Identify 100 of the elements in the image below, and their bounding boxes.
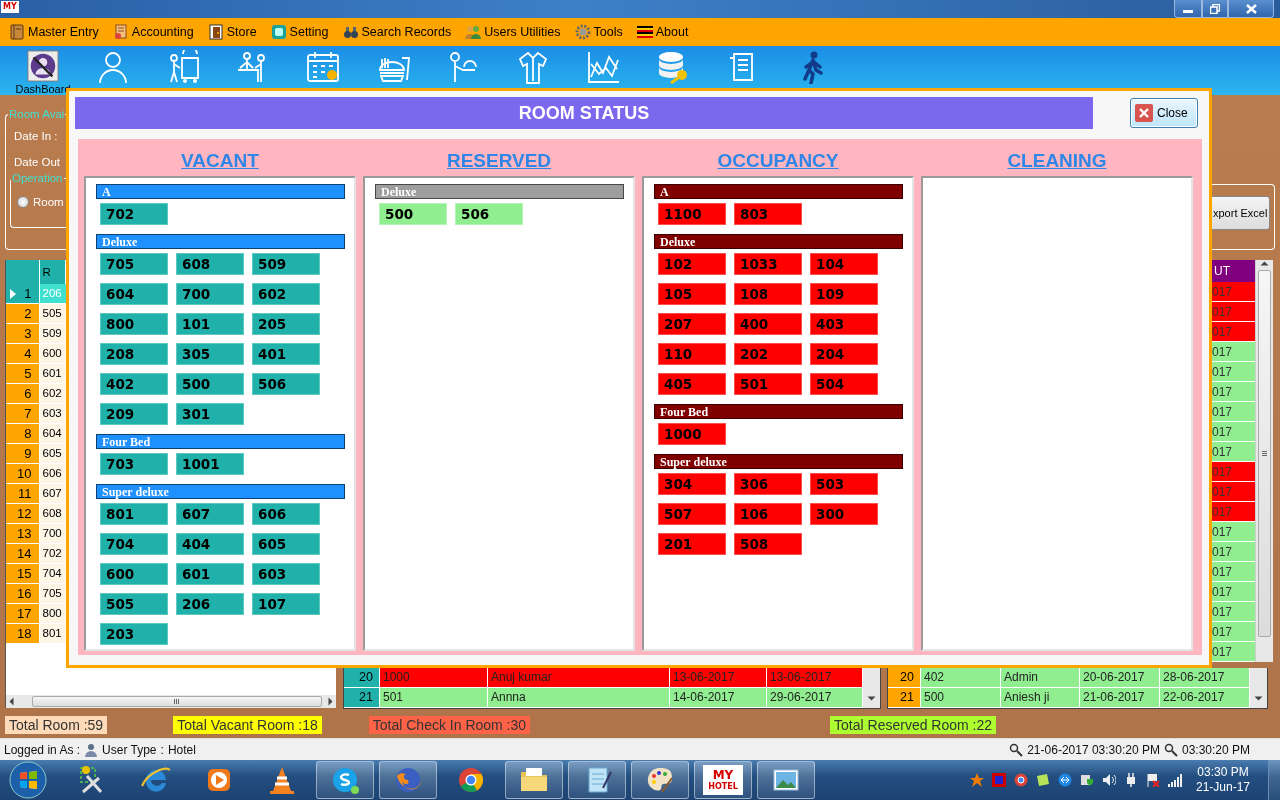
room-tile[interactable]: 203: [100, 623, 168, 645]
room-tile[interactable]: 101: [176, 313, 244, 335]
row-header[interactable]: 13: [6, 524, 41, 543]
note-icon[interactable]: [1035, 773, 1050, 787]
room-tile[interactable]: 506: [455, 203, 523, 225]
room-tile[interactable]: 501: [734, 373, 802, 395]
room-tile[interactable]: 109: [810, 283, 878, 305]
room-tile[interactable]: 402: [100, 373, 168, 395]
scrollbar[interactable]: [1255, 260, 1273, 662]
row-header[interactable]: 14: [6, 544, 41, 563]
room-tile[interactable]: 1001: [176, 453, 244, 475]
room-tile[interactable]: 207: [658, 313, 726, 335]
export-button[interactable]: xport Excel: [1212, 196, 1271, 230]
room-tile[interactable]: 702: [100, 203, 168, 225]
room-tile[interactable]: 306: [734, 473, 802, 495]
database-key-icon[interactable]: [656, 50, 690, 84]
room-tile[interactable]: 601: [176, 563, 244, 585]
room-tile[interactable]: 403: [810, 313, 878, 335]
taskbar-button[interactable]: MY HOTEL: [694, 761, 752, 799]
browser-icon[interactable]: [1013, 773, 1028, 787]
minimize-button[interactable]: [1174, 0, 1202, 18]
row-header[interactable]: 2: [6, 304, 41, 323]
scrollbar[interactable]: [6, 695, 336, 708]
row-header[interactable]: 20: [888, 668, 921, 687]
calendar-icon[interactable]: [306, 50, 340, 84]
row-header[interactable]: 8: [6, 424, 41, 443]
radio-button[interactable]: [17, 196, 29, 208]
star-icon[interactable]: [969, 773, 984, 787]
menu-item[interactable]: Master Entry: [2, 21, 106, 43]
room-tile[interactable]: 607: [176, 503, 244, 525]
row-header[interactable]: 15: [6, 564, 41, 583]
row-header[interactable]: 3: [6, 324, 41, 343]
room-tile[interactable]: 304: [658, 473, 726, 495]
room-tile[interactable]: 202: [734, 343, 802, 365]
room-tile[interactable]: 503: [810, 473, 878, 495]
room-tile[interactable]: 300: [810, 503, 878, 525]
room-tile[interactable]: 404: [176, 533, 244, 555]
room-tile[interactable]: 206: [176, 593, 244, 615]
room-tile[interactable]: 208: [100, 343, 168, 365]
row-header[interactable]: 18: [6, 624, 41, 643]
shield-icon[interactable]: [1079, 773, 1094, 787]
room-tile[interactable]: 1100: [658, 203, 726, 225]
room-tile[interactable]: 606: [252, 503, 320, 525]
room-tile[interactable]: 604: [100, 283, 168, 305]
room-tile[interactable]: 1000: [658, 423, 726, 445]
restore-button[interactable]: [1202, 0, 1228, 18]
row-header[interactable]: 21: [888, 688, 921, 707]
room-tile[interactable]: 603: [252, 563, 320, 585]
start-button[interactable]: [8, 760, 48, 800]
room-tile[interactable]: 800: [100, 313, 168, 335]
room-tile[interactable]: 106: [734, 503, 802, 525]
flag-icon[interactable]: [1145, 773, 1160, 787]
room-tile[interactable]: 600: [100, 563, 168, 585]
room-tile[interactable]: 500: [176, 373, 244, 395]
menu-item[interactable]: Tools: [567, 21, 630, 43]
row-header[interactable]: 21: [344, 688, 380, 707]
row-header[interactable]: 6: [6, 384, 41, 403]
room-tile[interactable]: 801: [100, 503, 168, 525]
scrollbar[interactable]: [863, 668, 880, 708]
room-tile[interactable]: 704: [100, 533, 168, 555]
room-tile[interactable]: 405: [658, 373, 726, 395]
room-tile[interactable]: 803: [734, 203, 802, 225]
scrollbar[interactable]: [1250, 668, 1267, 708]
room-tile[interactable]: 504: [810, 373, 878, 395]
room-tile[interactable]: 401: [252, 343, 320, 365]
close-button[interactable]: Close: [1130, 98, 1198, 128]
room-tile[interactable]: 602: [252, 283, 320, 305]
menu-item[interactable]: Setting: [263, 21, 336, 43]
row-header[interactable]: 9: [6, 444, 41, 463]
room-tile[interactable]: 500: [379, 203, 447, 225]
room-tile[interactable]: 209: [100, 403, 168, 425]
arrows-icon[interactable]: [1057, 773, 1072, 787]
room-tile[interactable]: 204: [810, 343, 878, 365]
room-tile[interactable]: 608: [176, 253, 244, 275]
close-button[interactable]: [1228, 0, 1274, 18]
menu-item[interactable]: Accounting: [105, 21, 201, 43]
menu-item[interactable]: About: [629, 21, 696, 43]
room-tile[interactable]: 205: [252, 313, 320, 335]
room-tile[interactable]: 705: [100, 253, 168, 275]
room-tile[interactable]: 505: [100, 593, 168, 615]
room-tile[interactable]: 700: [176, 283, 244, 305]
row-header[interactable]: 17: [6, 604, 41, 623]
menu-item[interactable]: Store: [200, 21, 264, 43]
room-tile[interactable]: 108: [734, 283, 802, 305]
room-tile[interactable]: 1033: [734, 253, 802, 275]
person-icon[interactable]: [96, 50, 130, 84]
room-tile[interactable]: 509: [252, 253, 320, 275]
room-tile[interactable]: 201: [658, 533, 726, 555]
row-header[interactable]: 12: [6, 504, 41, 523]
row-header[interactable]: 16: [6, 584, 41, 603]
line-chart-icon[interactable]: [586, 50, 620, 84]
room-tile[interactable]: 508: [734, 533, 802, 555]
shirt-icon[interactable]: [516, 50, 550, 84]
clock[interactable]: 03:30 PM 21-Jun-17: [1195, 765, 1250, 795]
speaker-icon[interactable]: [1101, 773, 1116, 787]
room-tile[interactable]: 703: [100, 453, 168, 475]
room-tile[interactable]: 605: [252, 533, 320, 555]
room-tile[interactable]: 305: [176, 343, 244, 365]
room-tile[interactable]: 105: [658, 283, 726, 305]
signal-icon[interactable]: [1167, 773, 1182, 787]
